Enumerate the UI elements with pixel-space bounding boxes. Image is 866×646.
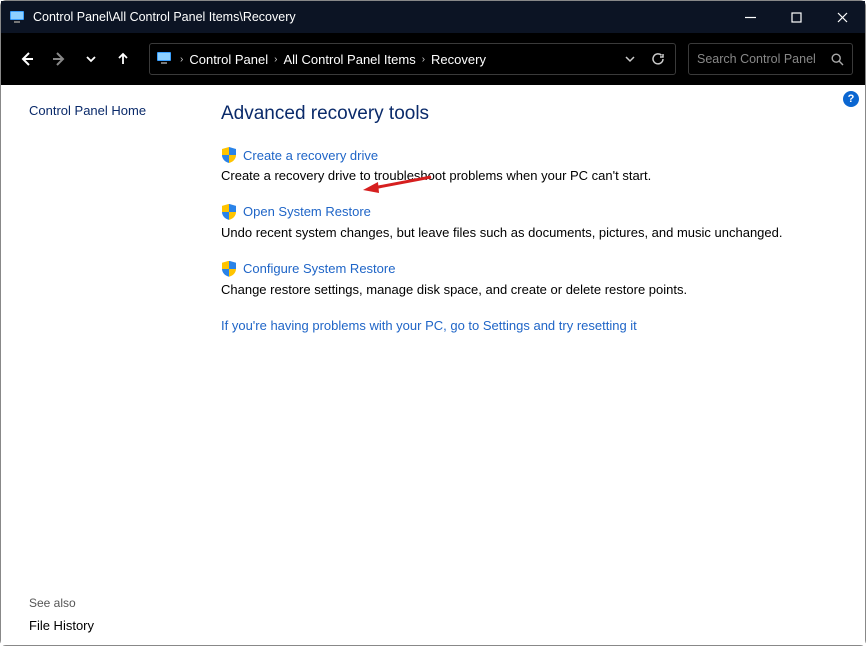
breadcrumb-item[interactable]: Control Panel	[189, 52, 268, 67]
forward-button[interactable]	[45, 45, 73, 73]
tool-description: Change restore settings, manage disk spa…	[221, 281, 825, 300]
search-icon	[831, 53, 844, 66]
see-also-heading: See also	[29, 596, 199, 610]
tool-description: Undo recent system changes, but leave fi…	[221, 224, 825, 243]
chevron-right-icon[interactable]: ›	[274, 54, 277, 65]
file-history-link[interactable]: File History	[29, 618, 199, 633]
breadcrumb-item[interactable]: Recovery	[431, 52, 486, 67]
shield-icon	[221, 204, 237, 220]
window-title: Control Panel\All Control Panel Items\Re…	[33, 10, 727, 24]
chevron-right-icon[interactable]: ›	[180, 54, 183, 65]
address-dropdown[interactable]	[619, 54, 641, 64]
chevron-right-icon[interactable]: ›	[422, 54, 425, 65]
navbar: › Control Panel › All Control Panel Item…	[1, 33, 865, 85]
titlebar: Control Panel\All Control Panel Items\Re…	[1, 1, 865, 33]
tool-description: Create a recovery drive to troubleshoot …	[221, 167, 825, 186]
breadcrumb-label: All Control Panel Items	[283, 52, 415, 67]
history-dropdown[interactable]	[77, 45, 105, 73]
breadcrumb-label: Control Panel	[189, 52, 268, 67]
maximize-button[interactable]	[773, 1, 819, 33]
open-system-restore-link[interactable]: Open System Restore	[243, 204, 371, 219]
shield-icon	[221, 261, 237, 277]
tool-open-system-restore: Open System Restore Undo recent system c…	[221, 204, 825, 243]
breadcrumb-label: Recovery	[431, 52, 486, 67]
shield-icon	[221, 147, 237, 163]
create-recovery-drive-link[interactable]: Create a recovery drive	[243, 148, 378, 163]
search-input[interactable]: Search Control Panel	[688, 43, 853, 75]
control-panel-home-link[interactable]: Control Panel Home	[29, 103, 199, 118]
address-bar[interactable]: › Control Panel › All Control Panel Item…	[149, 43, 676, 75]
reset-settings-link[interactable]: If you're having problems with your PC, …	[221, 318, 825, 333]
back-button[interactable]	[13, 45, 41, 73]
up-button[interactable]	[109, 45, 137, 73]
sidebar: Control Panel Home See also File History	[1, 85, 221, 645]
tool-configure-system-restore: Configure System Restore Change restore …	[221, 261, 825, 300]
workspace: ? Control Panel Home See also File Histo…	[1, 85, 865, 645]
app-icon	[9, 9, 25, 25]
search-placeholder: Search Control Panel	[697, 52, 831, 66]
refresh-button[interactable]	[647, 52, 669, 66]
minimize-button[interactable]	[727, 1, 773, 33]
window-controls	[727, 1, 865, 33]
tool-create-recovery-drive: Create a recovery drive Create a recover…	[221, 147, 825, 186]
configure-system-restore-link[interactable]: Configure System Restore	[243, 261, 395, 276]
close-button[interactable]	[819, 1, 865, 33]
address-icon	[156, 50, 174, 68]
content: Advanced recovery tools Create a recover…	[221, 85, 865, 645]
page-heading: Advanced recovery tools	[221, 103, 825, 125]
breadcrumb-item[interactable]: All Control Panel Items	[283, 52, 415, 67]
